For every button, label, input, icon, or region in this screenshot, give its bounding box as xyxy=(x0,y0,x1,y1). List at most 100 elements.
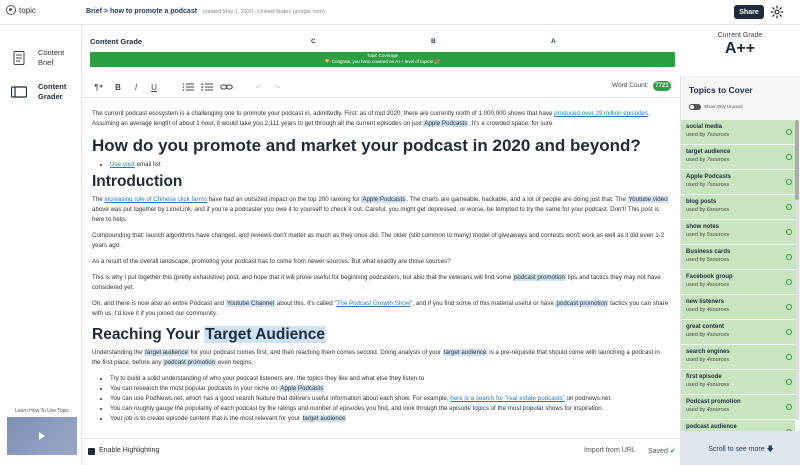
check-circle-icon xyxy=(786,204,792,210)
text-run: You can use PodNews.net, which has a goo… xyxy=(110,395,451,402)
source-unit: sources xyxy=(709,332,730,338)
text-run: The xyxy=(92,196,105,203)
paragraph: The increasing role of Chinese click far… xyxy=(92,195,670,225)
topic-name: search engines xyxy=(686,349,730,355)
list-item: Your job is to create episode content th… xyxy=(110,414,670,424)
topic-highlight: Apple Podcasts xyxy=(279,385,325,392)
topic-sources: used by 4sources xyxy=(686,332,795,338)
topic-item[interactable]: social media used by 7sources xyxy=(681,120,795,145)
undo-icon[interactable]: ↶ xyxy=(254,81,264,93)
gear-icon[interactable] xyxy=(770,5,784,19)
topic-item[interactable]: first episode used by 4sources xyxy=(681,370,795,395)
check-circle-icon xyxy=(786,129,792,135)
bold-button[interactable]: B xyxy=(112,81,124,93)
breadcrumb-separator: > xyxy=(101,8,110,15)
topic-item[interactable]: new listeners used by 4sources xyxy=(681,295,795,320)
list-item: You can use PodNews.net, which has a goo… xyxy=(110,394,670,404)
italic-button[interactable]: I xyxy=(130,81,142,93)
topic-item[interactable]: blog posts used by 6sources xyxy=(681,195,795,220)
used-by-prefix: used by xyxy=(686,157,707,163)
topic-sources: used by 7sources xyxy=(686,157,795,163)
paragraph: Oh, and there is now also an entire Podc… xyxy=(92,299,670,319)
list-item: Use your email list xyxy=(110,160,670,170)
import-url-button[interactable]: Import from URL xyxy=(584,447,636,454)
topic-item[interactable]: target audience used by 7sources xyxy=(681,145,795,170)
text-run: even begins. xyxy=(216,359,253,366)
topics-panel: Topics to Cover Show Only Unused social … xyxy=(680,76,800,465)
inline-link[interactable]: increasing role of Chinese click farms xyxy=(104,196,206,203)
topic-name: target audience xyxy=(686,149,731,155)
topic-item[interactable]: Facebook group used by 4sources xyxy=(681,270,795,295)
breadcrumb-root[interactable]: Brief xyxy=(86,8,102,15)
current-grade-label: Current Grade xyxy=(717,32,763,39)
sidebar-item-content-brief[interactable]: Content Brief xyxy=(0,43,82,73)
topic-sources: used by 4sources xyxy=(686,357,795,363)
inline-link[interactable]: Use your xyxy=(110,161,135,168)
check-circle-icon xyxy=(786,229,792,235)
share-button[interactable]: Share xyxy=(734,5,764,19)
source-unit: sources xyxy=(709,182,730,188)
logo[interactable]: topic xyxy=(6,5,36,15)
text-run: Oh, and there is now also an entire Podc… xyxy=(92,300,226,307)
topic-name: show notes xyxy=(686,224,720,230)
source-unit: sources xyxy=(709,132,730,138)
topic-item[interactable]: Podcast promotion used by 4sources xyxy=(681,395,795,420)
paragraph: Understanding the target audience for yo… xyxy=(92,348,670,368)
paragraph-style-button[interactable]: ¶ ▼ xyxy=(92,81,106,93)
topic-item[interactable]: great content used by 4sources xyxy=(681,320,795,345)
text-run: about this. It's called " xyxy=(275,300,337,307)
text-run: for your podcast comes first, and then r… xyxy=(188,349,443,356)
link-icon[interactable] xyxy=(220,81,233,93)
topic-list: social media used by 7sources target audie… xyxy=(681,120,800,445)
used-by-prefix: used by xyxy=(686,332,707,338)
text-run: You can research the most popular podcas… xyxy=(110,385,280,392)
topic-highlight: target audience xyxy=(144,349,189,356)
inline-link[interactable]: here is a search for "real estate podcas… xyxy=(450,395,564,402)
topic-name: podcast audience xyxy=(686,424,737,430)
text-run: ", and if you find some of this material… xyxy=(410,300,556,307)
check-circle-icon xyxy=(786,154,792,160)
topic-item[interactable]: show notes used by 5sources xyxy=(681,220,795,245)
bullet-list-icon[interactable] xyxy=(201,81,213,93)
heading-how-to-promote: How do you promote and market your podca… xyxy=(92,136,641,155)
sidebar-item-content-grader[interactable]: Content Grader xyxy=(0,77,82,107)
grader-icon xyxy=(11,86,27,98)
content-grade-bar: Content Grade C B A Topic Coverage 🏆 Con… xyxy=(82,25,680,75)
text-run: have had an outsized impact on the top 2… xyxy=(206,196,362,203)
show-unused-toggle[interactable] xyxy=(689,104,701,110)
topics-scrollbar[interactable] xyxy=(795,120,799,420)
topic-item[interactable]: Business cards used by 5sources xyxy=(681,245,795,270)
content-grade-title: Content Grade xyxy=(90,37,143,46)
used-by-prefix: used by xyxy=(686,307,707,313)
topic-name: Apple Podcasts xyxy=(686,174,732,180)
app-window: topic Brief > how to promote a podcast c… xyxy=(0,0,800,465)
topics-title: Topics to Cover xyxy=(689,85,753,95)
saved-label: Saved xyxy=(648,448,668,455)
play-icon[interactable] xyxy=(39,432,45,440)
topic-item[interactable]: search engines used by 4sources xyxy=(681,345,795,370)
used-by-prefix: used by xyxy=(686,282,707,288)
highlight-checkbox[interactable] xyxy=(88,448,95,455)
topic-name: Podcast promotion xyxy=(686,399,741,405)
topic-item[interactable]: Apple Podcasts used by 7sources xyxy=(681,170,795,195)
check-circle-icon xyxy=(786,379,792,385)
show-unused-label: Show Only Unused xyxy=(704,104,743,109)
underline-button[interactable]: U xyxy=(148,81,160,93)
check-circle-icon xyxy=(786,254,792,260)
topic-name: first episode xyxy=(686,374,722,380)
highlight-label[interactable]: Enable Highlighting xyxy=(99,447,159,454)
scroll-more-button[interactable]: Scroll to see more 🡇 xyxy=(681,431,800,465)
paragraph: As a result of the overall landscape, pr… xyxy=(92,258,451,265)
used-by-prefix: used by xyxy=(686,132,707,138)
content-editor[interactable]: The current podcast ecosystem is a chall… xyxy=(82,99,680,438)
grade-marker-a: A xyxy=(551,38,556,45)
check-circle-icon xyxy=(786,179,792,185)
ordered-list-icon[interactable] xyxy=(182,81,194,93)
text-run: The current podcast ecosystem is a chall… xyxy=(92,110,555,117)
tutorial-video[interactable] xyxy=(7,417,77,455)
inline-link[interactable]: The Podcast Growth Show xyxy=(337,300,411,307)
redo-icon[interactable]: ↷ xyxy=(272,81,282,93)
used-by-prefix: used by xyxy=(686,232,707,238)
inline-link[interactable]: produced over 29 million episodes xyxy=(554,110,648,117)
heading-reaching-audience: Reaching Your Target Audience xyxy=(92,325,670,345)
